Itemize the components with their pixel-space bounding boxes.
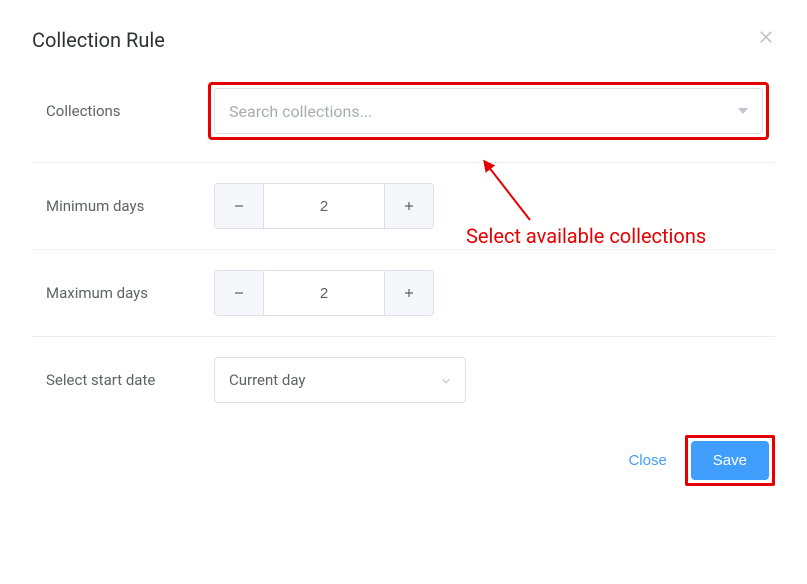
modal-header: Collection Rule (32, 28, 775, 52)
plus-icon (403, 197, 415, 216)
max-days-decrease-button[interactable] (214, 270, 264, 316)
collections-placeholder: Search collections... (229, 102, 372, 121)
caret-down-icon (738, 108, 748, 114)
save-button-wrap: Save (691, 441, 769, 480)
label-max-days: Maximum days (46, 284, 214, 302)
minus-icon (233, 197, 245, 216)
min-days-stepper (214, 183, 434, 229)
start-date-value: Current day (229, 371, 306, 389)
plus-icon (403, 284, 415, 303)
label-start-date: Select start date (46, 371, 214, 389)
min-days-decrease-button[interactable] (214, 183, 264, 229)
min-days-input[interactable] (264, 183, 384, 229)
collections-select[interactable]: Search collections... (214, 88, 763, 134)
label-min-days: Minimum days (46, 197, 214, 215)
row-collections: Collections Search collections... (32, 88, 775, 163)
max-days-input[interactable] (264, 270, 384, 316)
label-collections: Collections (46, 102, 214, 120)
minus-icon (233, 284, 245, 303)
modal-footer: Close Save (32, 423, 775, 480)
row-max-days: Maximum days (32, 250, 775, 337)
max-days-stepper (214, 270, 434, 316)
chevron-down-icon (439, 373, 453, 387)
max-days-increase-button[interactable] (384, 270, 434, 316)
row-start-date: Select start date Current day (32, 337, 775, 423)
close-button[interactable]: Close (614, 442, 680, 479)
start-date-select[interactable]: Current day (214, 357, 466, 403)
modal-title: Collection Rule (32, 28, 165, 52)
close-icon[interactable] (757, 28, 775, 46)
collection-rule-modal: Collection Rule Collections Search colle… (0, 0, 807, 504)
collections-select-wrap: Search collections... (214, 88, 763, 134)
row-min-days: Minimum days (32, 163, 775, 250)
min-days-increase-button[interactable] (384, 183, 434, 229)
save-button[interactable]: Save (691, 441, 769, 480)
